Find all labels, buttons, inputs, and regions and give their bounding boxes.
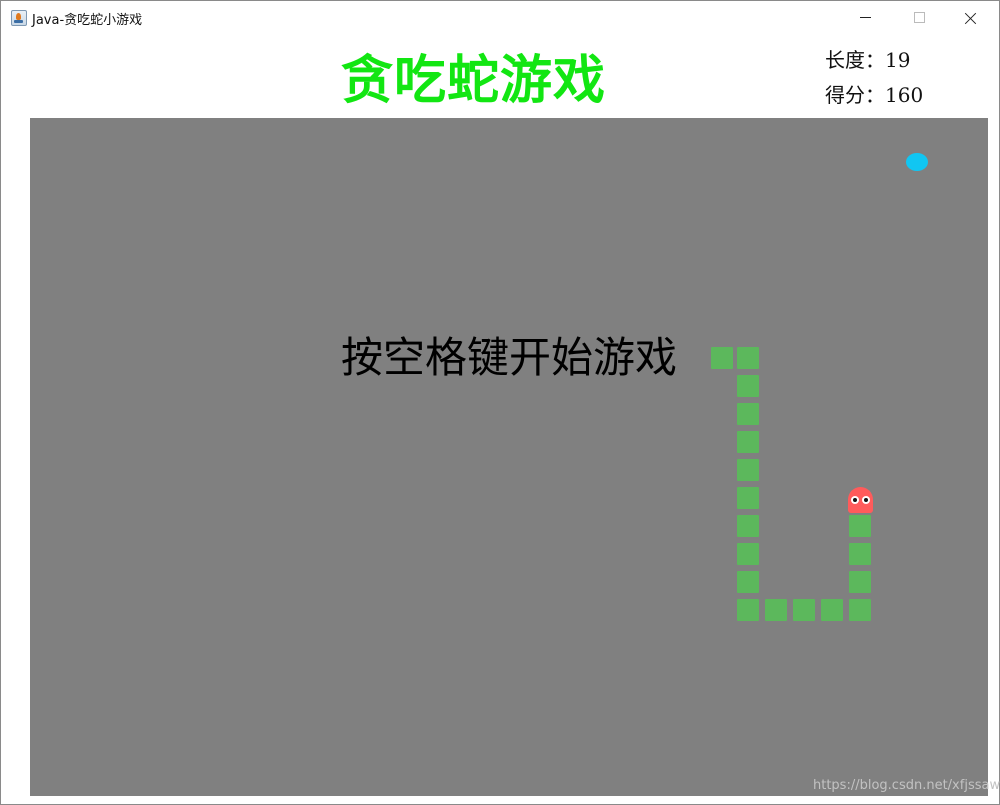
maximize-icon (914, 12, 925, 23)
score-label: 得分： (825, 83, 885, 107)
watermark: https://blog.csdn.net/xfjssaw (813, 778, 1000, 793)
snake-segment (849, 599, 871, 621)
title-bar[interactable]: Java-贪吃蛇小游戏 (1, 1, 999, 35)
snake-segment (849, 543, 871, 565)
snake-head (848, 487, 873, 513)
snake-eye-right (862, 496, 870, 504)
snake-segment (737, 375, 759, 397)
maximize-button[interactable] (896, 1, 942, 35)
close-icon (965, 12, 977, 24)
food-item (906, 153, 928, 171)
snake-segment (737, 487, 759, 509)
snake-segment (849, 515, 871, 537)
snake-eye-left (851, 496, 859, 504)
game-window: Java-贪吃蛇小游戏 贪吃蛇游戏 长度：19 得分：160 按空格键开始游戏 … (0, 0, 1000, 805)
snake-segment (737, 543, 759, 565)
close-button[interactable] (949, 1, 995, 35)
snake-segment (793, 599, 815, 621)
snake-segment (737, 431, 759, 453)
snake-segment (737, 403, 759, 425)
start-prompt: 按空格键开始游戏 (341, 333, 678, 382)
length-label: 长度： (825, 48, 885, 72)
window-title: Java-贪吃蛇小游戏 (32, 13, 143, 28)
java-cup-icon (11, 10, 27, 26)
score-display: 得分：160 (825, 82, 923, 108)
length-value: 19 (885, 48, 911, 72)
game-title: 贪吃蛇游戏 (341, 51, 607, 111)
length-display: 长度：19 (825, 47, 910, 73)
snake-segment (737, 347, 759, 369)
snake-segment (737, 571, 759, 593)
snake-segment (737, 515, 759, 537)
snake-segment (765, 599, 787, 621)
snake-segment (711, 347, 733, 369)
snake-segment (737, 599, 759, 621)
snake-segment (821, 599, 843, 621)
minimize-icon (860, 17, 871, 18)
minimize-button[interactable] (843, 1, 889, 35)
game-board[interactable]: 按空格键开始游戏 https://blog.csdn.net/xfjssaw (30, 118, 1000, 796)
snake-segment (849, 571, 871, 593)
snake-segment (737, 459, 759, 481)
score-value: 160 (885, 83, 924, 107)
